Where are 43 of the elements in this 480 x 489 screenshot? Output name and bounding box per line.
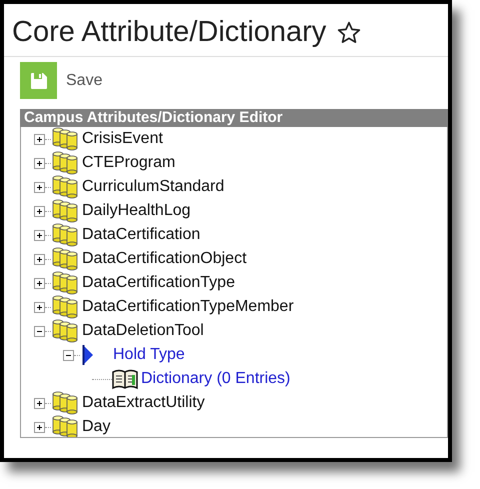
database-icon <box>51 151 79 175</box>
book-icon <box>112 368 138 390</box>
database-icon <box>51 175 79 199</box>
panel-title: Campus Attributes/Dictionary Editor <box>20 109 448 127</box>
expand-icon[interactable] <box>34 158 45 168</box>
database-icon <box>51 391 79 415</box>
save-icon <box>30 72 48 90</box>
tree-item[interactable]: DataExtractUtility <box>82 391 205 415</box>
expand-icon[interactable] <box>34 422 45 432</box>
database-icon <box>51 199 79 223</box>
collapse-icon[interactable] <box>34 326 45 336</box>
tree-item[interactable]: DailyHealthLog <box>82 199 191 223</box>
database-icon <box>51 415 79 437</box>
tree-item[interactable]: DataDeletionTool <box>82 319 204 343</box>
database-icon <box>51 127 79 151</box>
expand-icon[interactable] <box>34 206 45 216</box>
save-button[interactable]: Save <box>20 62 102 99</box>
tree-item[interactable]: CurriculumStandard <box>82 175 224 199</box>
tree-item[interactable]: Hold Type <box>113 343 185 367</box>
database-icon <box>51 247 79 271</box>
expand-icon[interactable] <box>34 254 45 264</box>
tree-item[interactable]: DataCertificationType <box>82 271 235 295</box>
expand-icon[interactable] <box>34 182 45 192</box>
page-title: Core Attribute/Dictionary <box>12 15 326 50</box>
tree-item[interactable]: DataCertificationObject <box>82 247 247 271</box>
expand-icon[interactable] <box>34 230 45 240</box>
tree-item[interactable]: DataCertification <box>82 223 200 247</box>
tree-item[interactable]: Day <box>82 415 110 437</box>
expand-icon[interactable] <box>34 302 45 312</box>
tree-item[interactable]: CrisisEvent <box>82 127 163 151</box>
star-icon[interactable] <box>336 20 362 46</box>
database-icon <box>51 271 79 295</box>
tree-item[interactable]: DataCertificationTypeMember <box>82 295 294 319</box>
database-icon <box>51 295 79 319</box>
collapse-icon[interactable] <box>63 350 74 360</box>
expand-icon[interactable] <box>34 398 45 408</box>
database-icon <box>51 223 79 247</box>
tree-item[interactable]: Dictionary (0 Entries) <box>141 367 290 391</box>
expand-icon[interactable] <box>34 278 45 288</box>
triangle-icon <box>82 344 94 366</box>
expand-icon[interactable] <box>34 134 45 144</box>
database-icon <box>51 319 79 343</box>
tree-item[interactable]: CTEProgram <box>82 151 176 175</box>
